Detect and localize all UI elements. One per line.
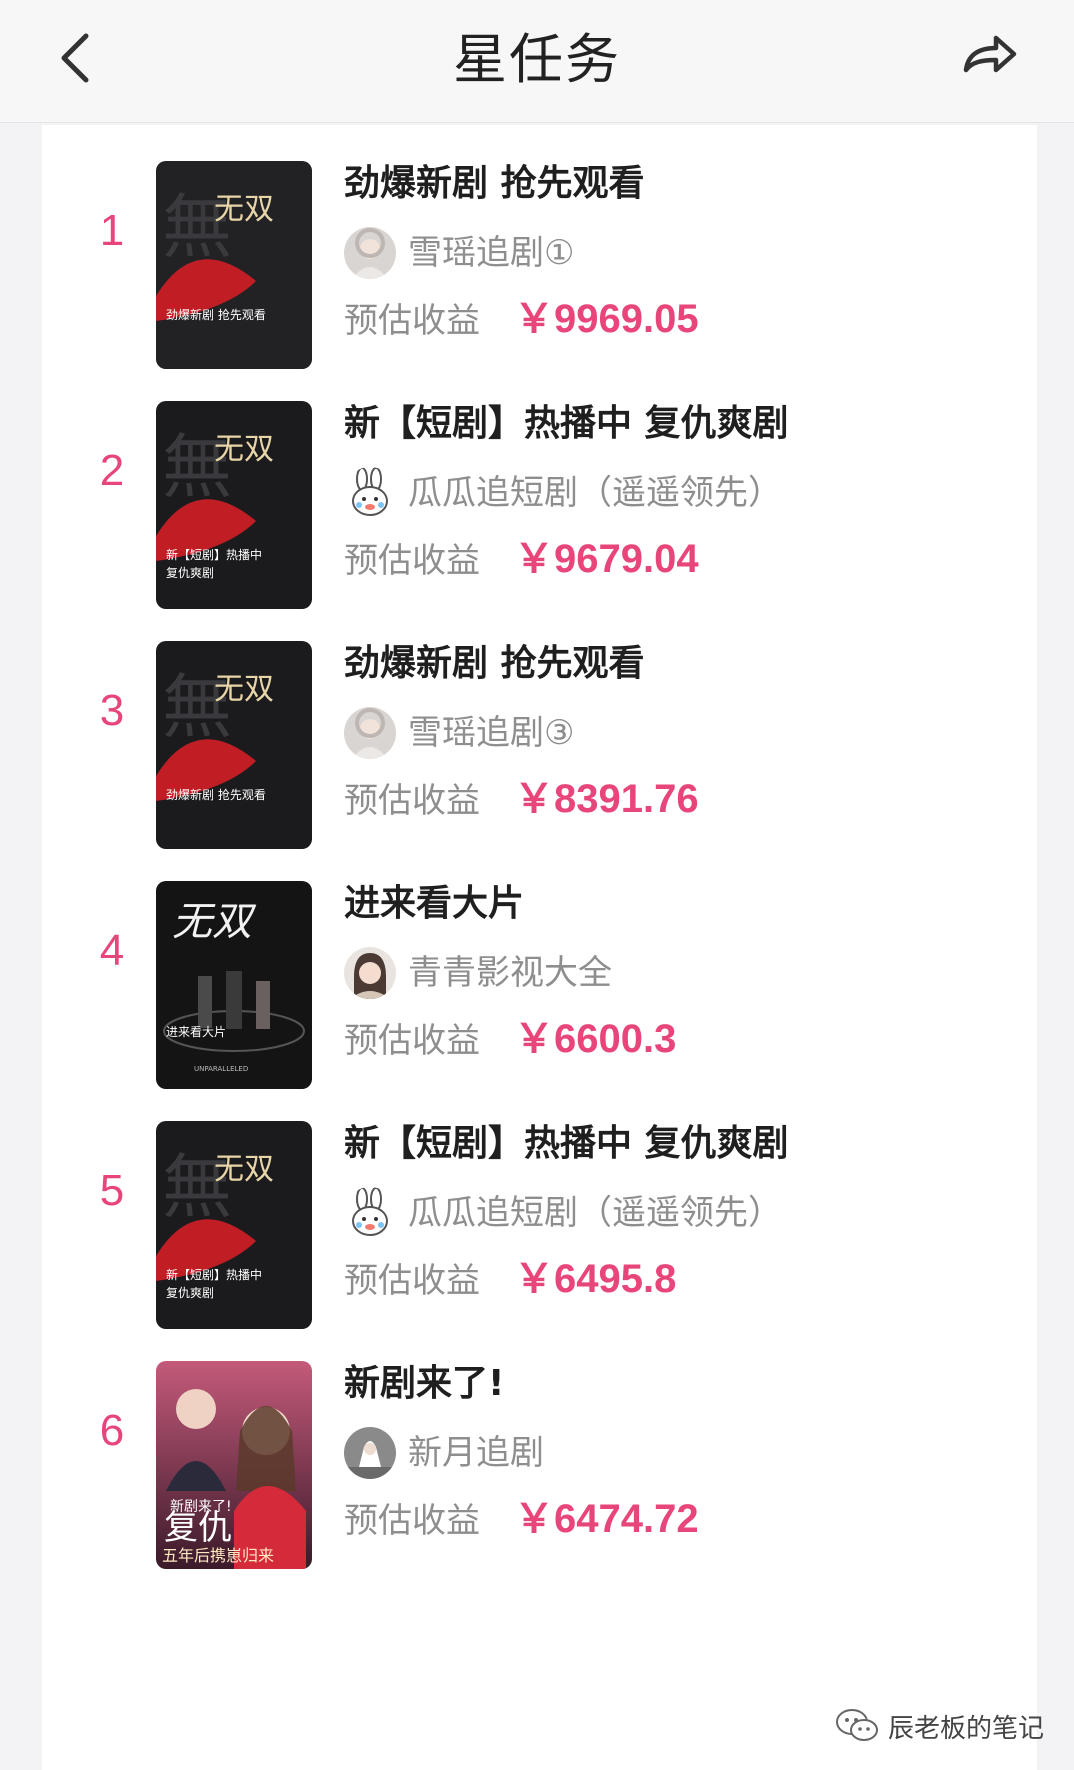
earnings-label: 预估收益 [344, 541, 480, 581]
task-title: 新【短剧】热播中 复仇爽剧 [344, 1123, 789, 1164]
poster-caption-2: 五年后携崽归来 [162, 1546, 274, 1565]
author-avatar [344, 467, 396, 519]
author-name: 雪瑶追剧③ [408, 713, 575, 753]
poster-caption-2: 复仇爽剧 [166, 566, 214, 580]
earnings-value: ￥6474.72 [514, 1497, 699, 1541]
author-name: 青青影视大全 [408, 953, 612, 993]
task-item[interactable]: 6 新剧来了! 复仇 五年后携崽归来 新剧来了! 新月追剧 预估收益 ￥6474… [42, 1325, 1037, 1569]
task-item[interactable]: 3 無 无双 劲爆新剧 抢先观看 劲爆新剧 抢先观看 雪瑶追剧③ 预估收益 ￥8… [42, 605, 1037, 849]
poster-title: 无双 [214, 192, 274, 227]
poster-title: 复仇 [164, 1508, 232, 1548]
top-bar: 星任务 [0, 0, 1074, 123]
page-title: 星任务 [453, 28, 621, 91]
earnings-label: 预估收益 [344, 1021, 480, 1061]
poster-title: 无双 [172, 899, 257, 945]
earnings-value: ￥6600.3 [514, 1017, 677, 1061]
task-title: 新剧来了! [344, 1363, 505, 1404]
earnings-value: ￥9969.05 [514, 297, 699, 341]
rank-number: 5 [99, 1166, 125, 1215]
author-avatar [344, 947, 396, 999]
poster-caption: 劲爆新剧 抢先观看 [166, 307, 266, 322]
poster-thumbnail: 無 无双 新【短剧】热播中 复仇爽剧 [156, 401, 312, 609]
task-title: 新【短剧】热播中 复仇爽剧 [344, 403, 789, 444]
poster-thumbnail: 無 无双 劲爆新剧 抢先观看 [156, 641, 312, 849]
poster-caption: 劲爆新剧 抢先观看 [166, 787, 266, 802]
author-avatar [344, 707, 396, 759]
task-list: 1 無 无双 劲爆新剧 抢先观看 劲爆新剧 抢先观看 雪瑶追剧① 预估收益 ￥9… [42, 125, 1037, 1770]
rank-number: 2 [99, 446, 125, 495]
task-title: 进来看大片 [344, 883, 525, 924]
earnings-label: 预估收益 [344, 781, 480, 821]
author-avatar [344, 1187, 396, 1239]
poster-caption: 新【短剧】热播中 [166, 1267, 262, 1282]
task-item[interactable]: 2 無 无双 新【短剧】热播中 复仇爽剧 新【短剧】热播中 复仇爽剧 瓜瓜追短剧… [42, 365, 1037, 609]
poster-thumbnail: 无双 进来看大片 UNPARALLELED [156, 881, 312, 1089]
earnings-label: 预估收益 [344, 1261, 480, 1301]
poster-title: 无双 [214, 672, 274, 707]
poster-thumbnail: 無 无双 新【短剧】热播中 复仇爽剧 [156, 1121, 312, 1329]
earnings-value: ￥6495.8 [514, 1257, 677, 1301]
earnings-value: ￥9679.04 [514, 537, 699, 581]
share-button[interactable] [960, 30, 1020, 80]
share-icon [963, 35, 1017, 73]
earnings-label: 预估收益 [344, 301, 480, 341]
rank-number: 4 [99, 926, 125, 975]
poster-thumbnail: 新剧来了! 复仇 五年后携崽归来 [156, 1361, 312, 1569]
author-name: 瓜瓜追短剧（遥遥领先） [408, 1193, 782, 1233]
author-avatar [344, 227, 396, 279]
author-avatar [344, 1427, 396, 1479]
poster-caption-2: 复仇爽剧 [166, 1286, 214, 1300]
earnings-label: 预估收益 [344, 1501, 480, 1541]
rank-number: 6 [99, 1406, 125, 1455]
task-item[interactable]: 1 無 无双 劲爆新剧 抢先观看 劲爆新剧 抢先观看 雪瑶追剧① 预估收益 ￥9… [42, 125, 1037, 369]
rank-number: 3 [99, 686, 125, 735]
poster-title: 无双 [214, 1152, 274, 1187]
poster-caption: 进来看大片 [166, 1025, 226, 1039]
poster-caption-2: UNPARALLELED [194, 1065, 248, 1073]
poster-thumbnail: 無 无双 劲爆新剧 抢先观看 [156, 161, 312, 369]
task-item[interactable]: 5 無 无双 新【短剧】热播中 复仇爽剧 新【短剧】热播中 复仇爽剧 瓜瓜追短剧… [42, 1085, 1037, 1329]
task-title: 劲爆新剧 抢先观看 [344, 163, 645, 204]
task-item[interactable]: 4 无双 进来看大片 UNPARALLELED 进来看大片 青青影视大全 预估收… [42, 845, 1037, 1089]
wechat-icon [836, 1709, 878, 1741]
watermark: 辰老板的笔记 [834, 1706, 1044, 1746]
earnings-value: ￥8391.76 [514, 777, 699, 821]
author-name: 新月追剧 [408, 1433, 544, 1473]
watermark-text: 辰老板的笔记 [888, 1713, 1045, 1744]
poster-title: 无双 [214, 432, 274, 467]
author-name: 雪瑶追剧① [408, 233, 575, 273]
rank-number: 1 [99, 206, 125, 255]
task-title: 劲爆新剧 抢先观看 [344, 643, 645, 684]
author-name: 瓜瓜追短剧（遥遥领先） [408, 473, 782, 513]
poster-caption: 新【短剧】热播中 [166, 547, 262, 562]
